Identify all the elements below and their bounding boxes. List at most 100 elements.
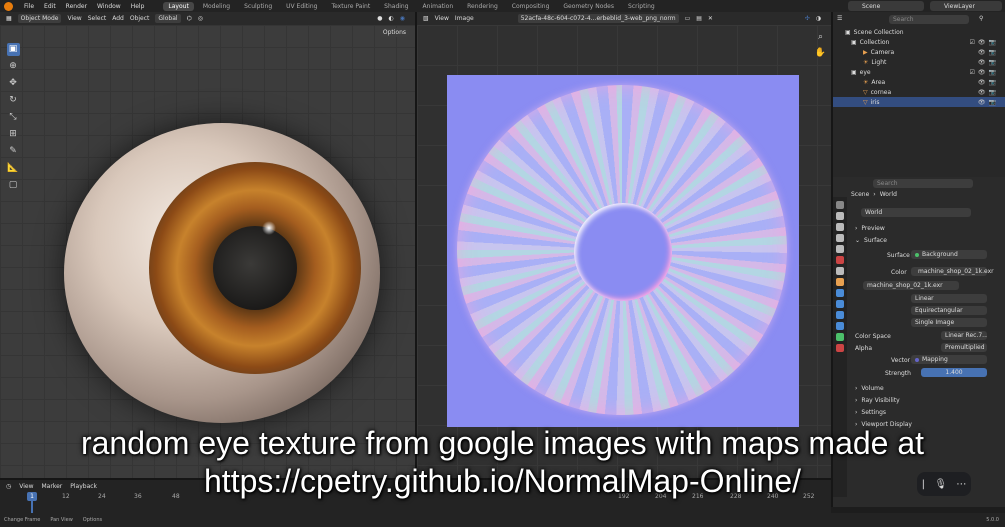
scene-tab-icon[interactable]: [836, 245, 844, 253]
visibility-toggles[interactable]: 👁📷: [978, 59, 999, 66]
menu-file[interactable]: File: [21, 3, 37, 10]
gizmo-icon[interactable]: ✣: [805, 15, 810, 22]
outliner[interactable]: ☰ Search ⚲ ▣ Scene Collection ▣ Collection…: [833, 12, 1005, 174]
microphone-icon[interactable]: 🎙: [934, 479, 947, 490]
pan-hand-icon[interactable]: ✋: [814, 47, 827, 60]
visibility-toggles[interactable]: ☑👁📷: [970, 69, 999, 76]
panel-preview[interactable]: › Preview: [855, 225, 885, 232]
snap-icon[interactable]: ⌬: [187, 15, 192, 22]
alpha-dropdown[interactable]: Premultiplied: [941, 343, 987, 352]
tab-texture-paint[interactable]: Texture Paint: [326, 2, 375, 11]
material-tab-icon[interactable]: [836, 344, 844, 352]
visibility-toggles[interactable]: 👁📷: [978, 99, 999, 106]
world-datablock-field[interactable]: World: [861, 208, 971, 217]
source-dropdown[interactable]: Single Image: [911, 318, 987, 327]
scene-selector[interactable]: Scene: [848, 1, 924, 11]
move-tool-icon[interactable]: ✥: [7, 77, 20, 90]
outliner-type-icon[interactable]: ☰: [837, 15, 842, 22]
outliner-search-input[interactable]: Search: [889, 15, 969, 24]
panel-ray-visibility[interactable]: › Ray Visibility: [855, 397, 900, 404]
outliner-row-area[interactable]: ☀ Area 👁📷: [833, 77, 1005, 87]
render-tab-icon[interactable]: [836, 212, 844, 220]
strength-slider[interactable]: 1.400: [921, 368, 987, 377]
menu-window[interactable]: Window: [94, 3, 124, 10]
3d-viewport[interactable]: Options ▣ ⊕ ✥ ↻ ⤡ ⊞ ✎ 📐 ▢: [0, 25, 415, 478]
mode-dropdown[interactable]: Object Mode: [17, 14, 62, 23]
breadcrumb-scene[interactable]: Scene: [851, 191, 869, 198]
image-datablock-field[interactable]: machine_shop_02_1k.exr: [863, 281, 959, 290]
data-tab-icon[interactable]: [836, 333, 844, 341]
viewport-menu-add[interactable]: Add: [112, 15, 124, 22]
viewport-menu-view[interactable]: View: [67, 15, 81, 22]
tab-scripting[interactable]: Scripting: [623, 2, 660, 11]
open-image-icon[interactable]: ▤: [696, 15, 702, 22]
zoom-icon[interactable]: ⌕: [814, 31, 827, 44]
tab-layout[interactable]: Layout: [163, 1, 194, 11]
add-cube-tool-icon[interactable]: ▢: [7, 179, 20, 192]
outliner-row-camera[interactable]: ▶ Camera 👁📷: [833, 47, 1005, 57]
outliner-row-scene-collection[interactable]: ▣ Scene Collection: [833, 27, 1005, 37]
transform-tool-icon[interactable]: ⊞: [7, 128, 20, 141]
projection-dropdown[interactable]: Equirectangular: [911, 306, 987, 315]
blender-logo-icon[interactable]: [4, 1, 13, 11]
modifier-tab-icon[interactable]: [836, 289, 844, 297]
scale-tool-icon[interactable]: ⤡: [7, 111, 20, 124]
tab-uv-editing[interactable]: UV Editing: [281, 2, 322, 11]
shading-rendered-icon[interactable]: ◉: [400, 15, 405, 22]
outliner-row-eye[interactable]: ▣ eye ☑👁📷: [833, 67, 1005, 77]
tab-rendering[interactable]: Rendering: [462, 2, 503, 11]
annotate-tool-icon[interactable]: ✎: [7, 145, 20, 158]
cursor-tool-icon[interactable]: ⊕: [7, 60, 20, 73]
menu-edit[interactable]: Edit: [41, 3, 59, 10]
menu-render[interactable]: Render: [63, 3, 90, 10]
menu-help[interactable]: Help: [128, 3, 148, 10]
filter-icon[interactable]: ⚲: [979, 15, 983, 22]
proportional-edit-icon[interactable]: ◎: [198, 15, 203, 22]
particles-tab-icon[interactable]: [836, 300, 844, 308]
color-input-field[interactable]: machine_shop_02_1k.exr: [911, 267, 994, 276]
outliner-row-iris[interactable]: ▽ iris 👁📷: [833, 97, 1005, 107]
object-tab-icon[interactable]: [836, 278, 844, 286]
editor-type-icon[interactable]: ▦: [6, 15, 12, 22]
viewport-menu-object[interactable]: Object: [130, 15, 150, 22]
tab-compositing[interactable]: Compositing: [507, 2, 555, 11]
tab-modeling[interactable]: Modeling: [198, 2, 235, 11]
tool-tab-icon[interactable]: [836, 201, 844, 209]
output-tab-icon[interactable]: [836, 223, 844, 231]
interpolation-dropdown[interactable]: Linear: [911, 294, 987, 303]
tab-shading[interactable]: Shading: [379, 2, 413, 11]
select-box-tool-icon[interactable]: ▣: [6, 43, 20, 56]
constraints-tab-icon[interactable]: [836, 322, 844, 330]
panel-volume[interactable]: › Volume: [855, 385, 884, 392]
measure-tool-icon[interactable]: 📐: [7, 162, 20, 175]
physics-tab-icon[interactable]: [836, 311, 844, 319]
collection-tab-icon[interactable]: [836, 267, 844, 275]
image-name-field[interactable]: 52acfa-48c-604-c072-4...erbeblid_3-web_p…: [517, 14, 679, 23]
tab-animation[interactable]: Animation: [418, 2, 459, 11]
vector-input-field[interactable]: Mapping: [911, 355, 987, 364]
view-layer-tab-icon[interactable]: [836, 234, 844, 242]
view-layer-selector[interactable]: ViewLayer: [930, 1, 1002, 11]
options-button[interactable]: Options: [379, 28, 409, 37]
tab-sculpting[interactable]: Sculpting: [239, 2, 277, 11]
surface-shader-field[interactable]: Background: [911, 250, 987, 259]
visibility-toggles[interactable]: ☑👁📷: [970, 39, 999, 46]
visibility-toggles[interactable]: 👁📷: [978, 49, 999, 56]
viewport-menu-select[interactable]: Select: [88, 15, 107, 22]
image-menu-image[interactable]: Image: [455, 15, 474, 22]
tab-geometry-nodes[interactable]: Geometry Nodes: [558, 2, 619, 11]
display-channels-icon[interactable]: ◑: [816, 15, 821, 22]
world-tab-icon[interactable]: [836, 256, 844, 264]
shading-material-icon[interactable]: ◐: [389, 15, 394, 22]
rotate-tool-icon[interactable]: ↻: [7, 94, 20, 107]
breadcrumb-world[interactable]: World: [880, 191, 897, 198]
shading-solid-icon[interactable]: ●: [377, 15, 382, 22]
visibility-toggles[interactable]: 👁📷: [978, 89, 999, 96]
properties-search-input[interactable]: Search: [873, 179, 973, 188]
image-editor-canvas[interactable]: ⌕ ✋: [417, 25, 831, 478]
outliner-row-collection[interactable]: ▣ Collection ☑👁📷: [833, 37, 1005, 47]
new-image-icon[interactable]: ▭: [685, 15, 691, 22]
outliner-row-light[interactable]: ☀ Light 👁📷: [833, 57, 1005, 67]
orientation-dropdown[interactable]: Global: [155, 14, 181, 23]
image-menu-view[interactable]: View: [435, 15, 449, 22]
